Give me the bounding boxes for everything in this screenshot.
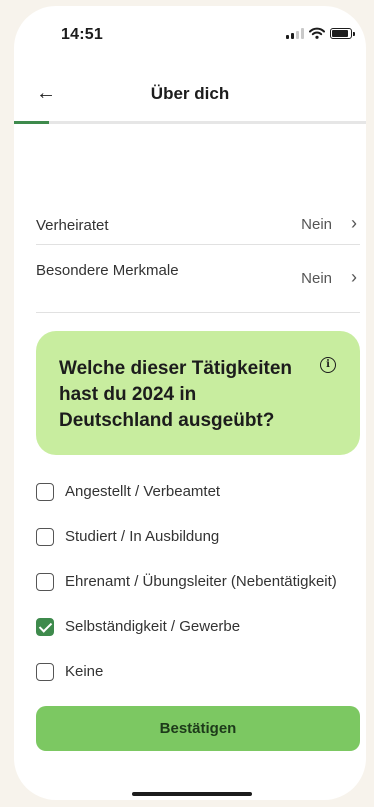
option-angestellt[interactable]: Angestellt / Verbeamtet	[36, 475, 360, 507]
checkbox[interactable]	[36, 573, 54, 591]
wifi-icon	[309, 27, 325, 39]
confirm-button[interactable]: Bestätigen	[36, 706, 360, 751]
option-label: Selbständigkeit / Gewerbe	[65, 618, 241, 635]
home-indicator	[132, 792, 252, 796]
progress-bar	[14, 121, 366, 124]
row-label: Besondere Merkmale	[36, 262, 179, 279]
checkbox[interactable]	[36, 663, 54, 681]
row-label: Verheiratet	[36, 217, 109, 234]
option-selbstaendigkeit[interactable]: Selbständigkeit / Gewerbe	[36, 610, 360, 642]
option-studiert[interactable]: Studiert / In Ausbildung	[36, 520, 360, 552]
option-label: Angestellt / Verbeamtet	[65, 483, 221, 500]
status-time: 14:51	[61, 26, 103, 43]
row-besondere-merkmale[interactable]: Besondere Merkmale Nein ›	[36, 244, 360, 313]
option-label: Keine	[65, 663, 104, 680]
row-value: Nein	[301, 270, 332, 287]
option-label: Ehrenamt / Übungsleiter (Nebentätigkeit)	[65, 573, 337, 590]
row-verheiratet[interactable]: Verheiratet Nein ›	[36, 201, 360, 245]
battery-icon	[330, 27, 355, 39]
header: ← Über dich	[14, 76, 366, 116]
page-title: Über dich	[150, 84, 230, 103]
option-keine[interactable]: Keine	[36, 655, 360, 687]
checkbox[interactable]	[36, 528, 54, 546]
question-heading: Welche dieser Tätigkeiten hast du 2024 i…	[59, 358, 293, 431]
phone-screen: 14:51 ← Über dich Verheiratet Nein › Bes…	[14, 6, 366, 800]
status-bar: 14:51	[14, 6, 366, 56]
status-icons	[286, 27, 355, 39]
checkbox[interactable]	[36, 618, 54, 636]
option-ehrenamt[interactable]: Ehrenamt / Übungsleiter (Nebentätigkeit)	[36, 565, 360, 597]
question-card: Welche dieser Tätigkeiten hast du 2024 i…	[36, 331, 360, 455]
option-label: Studiert / In Ausbildung	[65, 528, 220, 545]
row-value: Nein	[301, 216, 332, 233]
chevron-right-icon: ›	[351, 267, 357, 287]
progress-bar-fill	[14, 121, 50, 124]
info-icon[interactable]: i	[320, 357, 336, 373]
chevron-right-icon: ›	[351, 213, 357, 233]
checkbox[interactable]	[36, 483, 54, 501]
signal-icon	[286, 27, 304, 39]
